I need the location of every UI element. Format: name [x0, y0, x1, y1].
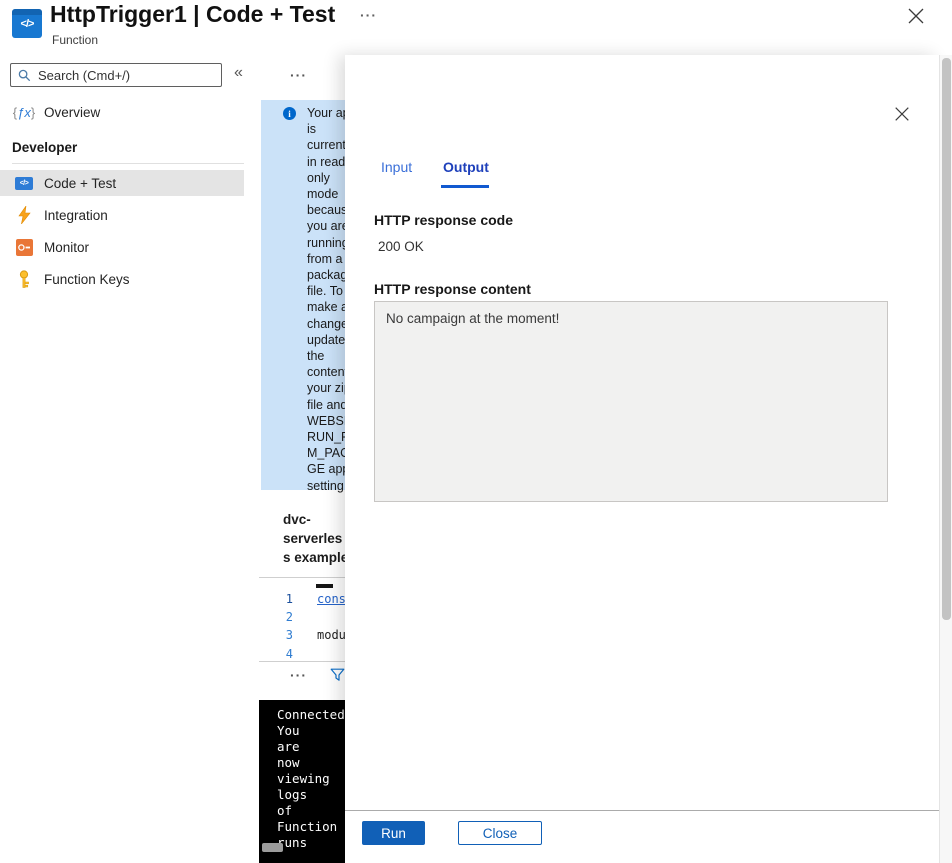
line-number: 3 [285, 628, 293, 643]
sidebar-item-monitor[interactable]: Monitor [0, 234, 244, 260]
code-line: 2 [259, 608, 345, 626]
code-line: 4 [259, 645, 345, 661]
sidebar-item-overview[interactable]: {ƒx} Overview [0, 99, 244, 125]
line-number: 4 [285, 646, 293, 661]
code-text: module [317, 628, 345, 643]
sidebar-item-integration[interactable]: Integration [0, 202, 244, 228]
sidebar-item-code-test[interactable]: </> Code + Test [0, 170, 244, 196]
code-line: 1 const [259, 590, 345, 608]
sidebar-item-label: Overview [44, 104, 101, 120]
close-button[interactable]: Close [458, 821, 542, 845]
search-input[interactable] [36, 66, 221, 84]
filter-funnel-icon[interactable] [330, 668, 345, 688]
sidebar-item-label: Code + Test [44, 175, 117, 191]
monitor-icon [14, 238, 34, 256]
code-text: const [317, 592, 345, 607]
key-icon [14, 269, 34, 289]
active-tab-underline [441, 185, 489, 188]
http-response-code-value: 200 OK [378, 239, 424, 254]
run-button[interactable]: Run [362, 821, 425, 845]
tab-output[interactable]: Output [443, 159, 489, 175]
logs-toolbar-more-icon[interactable]: ··· [290, 667, 307, 683]
app-name-text: dvc-serverless example [283, 512, 349, 565]
editor-toolbar-more-icon[interactable]: ··· [290, 67, 307, 83]
console-scrollbar-thumb[interactable] [262, 843, 283, 852]
function-app-icon-bar [12, 9, 42, 15]
panel-close-icon[interactable] [893, 105, 913, 125]
tab-input[interactable]: Input [381, 159, 412, 175]
log-console-text: Connected! You are now viewing logs of F… [277, 707, 353, 850]
sidebar-section-developer: Developer [12, 140, 78, 155]
http-response-content-box[interactable]: No campaign at the moment! [374, 301, 888, 502]
code-test-icon: </> [14, 176, 34, 190]
panel-footer-divider [345, 810, 939, 811]
sidebar-item-label: Integration [44, 207, 108, 223]
editor-cursor-bar [316, 584, 333, 588]
overview-icon: {ƒx} [12, 104, 36, 120]
line-number: 1 [285, 592, 293, 607]
blade-close-icon[interactable] [906, 6, 928, 28]
collapse-sidebar-icon[interactable]: « [234, 64, 243, 82]
http-response-content-label: HTTP response content [374, 281, 531, 297]
page-scrollbar[interactable] [939, 55, 952, 863]
sidebar-item-label: Function Keys [44, 271, 130, 287]
function-app-icon: </> [12, 9, 42, 38]
info-icon: i [283, 107, 296, 120]
azure-function-code-test-blade: </> HttpTrigger1 | Code + Test Function … [0, 0, 952, 863]
sidebar-divider [12, 163, 244, 164]
search-icon [18, 69, 31, 81]
sidebar-item-label: Monitor [44, 239, 90, 255]
page-subtitle: Function [52, 33, 99, 47]
log-console: Connected! You are now viewing logs of F… [259, 700, 352, 863]
http-response-code-label: HTTP response code [374, 212, 514, 228]
code-line: 3 module [259, 626, 345, 644]
code-test-pane: ··· i Your app is currently in read only… [259, 55, 370, 863]
editor-divider-bottom [259, 661, 345, 662]
page-scrollbar-thumb[interactable] [942, 58, 951, 620]
readonly-info-banner: i Your app is currently in read only mod… [261, 100, 370, 493]
code-editor[interactable]: 1 const 2 3 module 4 [259, 583, 345, 661]
sidebar-item-function-keys[interactable]: Function Keys [0, 266, 244, 292]
lightning-bolt-icon [14, 206, 34, 224]
search-input-wrapper [10, 63, 222, 87]
test-output-panel: Input Output HTTP response code 200 OK H… [345, 55, 939, 863]
editor-divider-top [259, 577, 345, 578]
header-more-icon[interactable]: ··· [360, 7, 377, 23]
line-number: 2 [285, 610, 293, 625]
page-title: HttpTrigger1 | Code + Test [50, 1, 336, 27]
